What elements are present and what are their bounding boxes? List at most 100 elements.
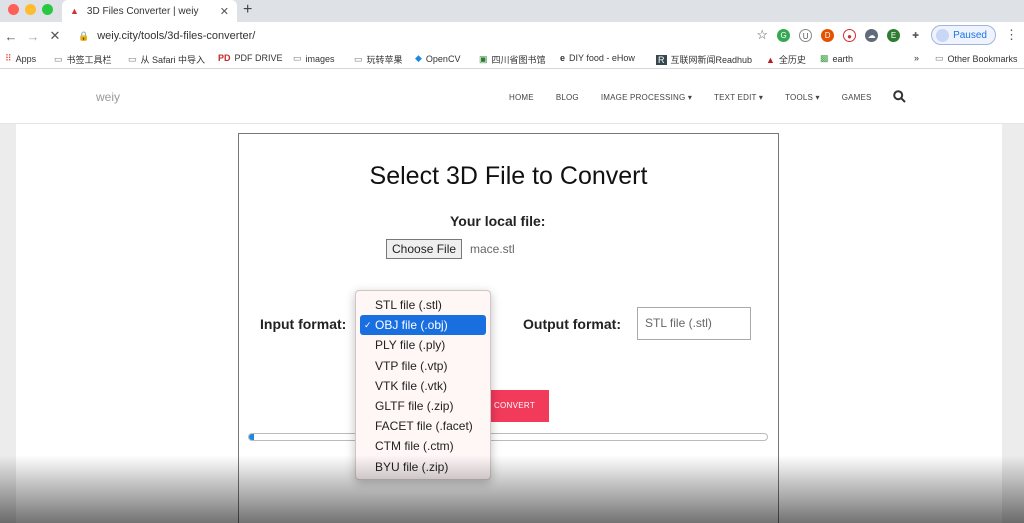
bookmark-label: images [305,53,335,64]
bookmark-label: 全历史 [778,55,806,65]
bookmark-label: 互联网新闻Readhub [670,55,753,65]
evernote-extension-icon[interactable]: E [887,28,901,42]
bookmark-readhub[interactable]: R 互联网新闻Readhub [656,53,752,66]
search-icon[interactable] [893,90,906,106]
duckduckgo-extension-icon[interactable]: D [821,28,835,42]
profile-button[interactable]: Paused [931,25,996,45]
site-logo[interactable]: weiy [96,90,120,104]
checkmark-icon: ✓ [364,320,372,331]
bookmark-label: earth [832,53,854,64]
maximize-window-button[interactable] [42,4,53,15]
choose-file-button[interactable]: Choose File [386,239,463,259]
nav-blog[interactable]: BLOG [556,93,579,102]
bookmark-folder-toolbar[interactable]: ▭ 书签工具栏 [54,53,112,66]
cloud-extension-icon[interactable]: ☁ [865,28,879,42]
apps-grid-icon: ⠿ [5,53,12,63]
conversion-progress-bar [248,433,768,441]
stop-extension-icon[interactable]: ● [843,28,857,42]
url-text: weiy.city/tools/3d-files-converter/ [97,30,256,42]
bookmark-other[interactable]: ▭ Other Bookmarks [935,53,1018,64]
output-format-label: Output format: [523,316,621,332]
format-option-vtk[interactable]: VTK file (.vtk) [356,376,490,396]
format-option-vtp[interactable]: VTP file (.vtp) [356,356,490,376]
history-icon: ▲ [766,54,775,65]
option-label: CTM file (.ctm) [375,439,454,454]
folder-icon: ▭ [935,53,944,63]
local-file-label: Your local file: [450,213,546,229]
bookmark-apps[interactable]: ⠿ Apps [5,53,36,64]
nav-tools[interactable]: TOOLS ▾ [785,93,820,102]
bookmark-label: Apps [15,53,37,64]
bookmark-label: PDF DRIVE [234,53,283,63]
option-label: VTK file (.vtk) [375,378,448,393]
output-format-select[interactable]: STL file (.stl) [637,307,751,340]
selected-file-name: mace.stl [470,242,515,256]
option-label: FACET file (.facet) [375,419,473,434]
puzzle-extensions-icon[interactable]: ✚ [909,28,923,42]
new-tab-icon[interactable]: + [243,1,252,19]
bookmarks-overflow-icon[interactable]: » [914,53,919,63]
format-option-stl[interactable]: STL file (.stl) [356,295,490,315]
avatar [936,28,950,42]
bookmark-pdf-drive[interactable]: PD PDF DRIVE [218,53,283,63]
bookmark-library[interactable]: ▣ 四川省图书馆 [479,53,546,66]
option-label: GLTF file (.zip) [375,398,454,413]
format-option-gltf[interactable]: GLTF file (.zip) [356,396,490,416]
close-window-button[interactable] [8,4,19,15]
browser-tab[interactable]: ▲ 3D Files Converter | weiy ✕ [62,0,237,22]
bookmark-opencv[interactable]: ◆ OpenCV [415,53,460,64]
bookmark-diy-food[interactable]: e DIY food - eHow [560,53,635,63]
lock-icon: 🔒 [78,30,90,41]
back-icon[interactable]: ← [0,29,22,44]
option-label: STL file (.stl) [375,298,442,312]
format-option-ctm[interactable]: CTM file (.ctm) [356,436,490,456]
ehow-icon: e [560,53,566,63]
window-controls [8,4,53,15]
format-option-facet[interactable]: FACET file (.facet) [356,416,490,436]
option-label: BYU file (.zip) [375,459,449,474]
bookmark-label: 玩转苹果 [366,55,403,65]
option-label: OBJ file (.obj) [375,318,448,333]
shield-extension-icon[interactable]: U [799,28,813,42]
format-option-obj[interactable]: ✓ OBJ file (.obj) [360,315,486,336]
bookmark-label: Other Bookmarks [947,53,1018,64]
profile-label: Paused [953,29,987,41]
bookmark-folder-apple[interactable]: ▭ 玩转苹果 [354,53,403,66]
forward-icon[interactable]: → [22,29,44,44]
site-nav: HOME BLOG IMAGE PROCESSING ▾ TEXT EDIT ▾… [509,93,894,102]
format-option-byu[interactable]: BYU file (.zip) [356,457,490,477]
input-format-dropdown[interactable]: STL file (.stl) ✓ OBJ file (.obj) PLY fil… [355,290,491,480]
bookmark-folder-safari[interactable]: ▭ 从 Safari 中导入 [128,53,205,66]
site-header: weiy HOME BLOG IMAGE PROCESSING ▾ TEXT E… [0,69,1024,124]
format-option-ply[interactable]: PLY file (.ply) [356,335,490,355]
earth-icon: ▩ [820,53,829,63]
bookmark-star-icon[interactable]: ☆ [756,27,768,43]
nav-home[interactable]: HOME [509,93,534,102]
browser-toolbar: ← → ✕ 🔒 weiy.city/tools/3d-files-convert… [0,22,1024,50]
library-icon: ▣ [479,54,488,64]
bookmark-history[interactable]: ▲ 全历史 [766,53,806,66]
bookmark-folder-images[interactable]: ▭ images [293,53,335,64]
close-tab-icon[interactable]: ✕ [220,5,229,18]
tab-title: 3D Files Converter | weiy [86,5,199,17]
bookmarks-bar: ⠿ Apps ▭ 书签工具栏 ▭ 从 Safari 中导入 PD PDF DRIVE ▭… [0,50,1024,68]
bookmark-label: DIY food - eHow [569,53,635,63]
address-bar[interactable]: 🔒 weiy.city/tools/3d-files-converter/ [78,26,758,46]
toolbar-extensions: ☆ G U D ● ☁ E ✚ Paused ⋮ [756,25,1018,45]
nav-games[interactable]: GAMES [842,93,872,102]
bookmark-label: 书签工具栏 [66,55,112,65]
browser-menu-icon[interactable]: ⋮ [1005,27,1018,43]
bookmark-earth[interactable]: ▩ earth [820,53,853,64]
minimize-window-button[interactable] [25,4,36,15]
option-label: VTP file (.vtp) [375,358,448,373]
nav-text-edit[interactable]: TEXT EDIT ▾ [714,93,763,102]
overflow-label: » [914,53,920,63]
nav-image-processing[interactable]: IMAGE PROCESSING ▾ [601,93,692,102]
grammarly-extension-icon[interactable]: G [777,28,791,42]
readhub-icon: R [656,54,667,65]
stop-loading-icon[interactable]: ✕ [44,28,66,44]
bookmark-label: 四川省图书馆 [491,55,546,65]
option-label: PLY file (.ply) [375,338,446,353]
site-favicon-icon: ▲ [70,6,79,16]
folder-icon: ▭ [128,54,137,64]
